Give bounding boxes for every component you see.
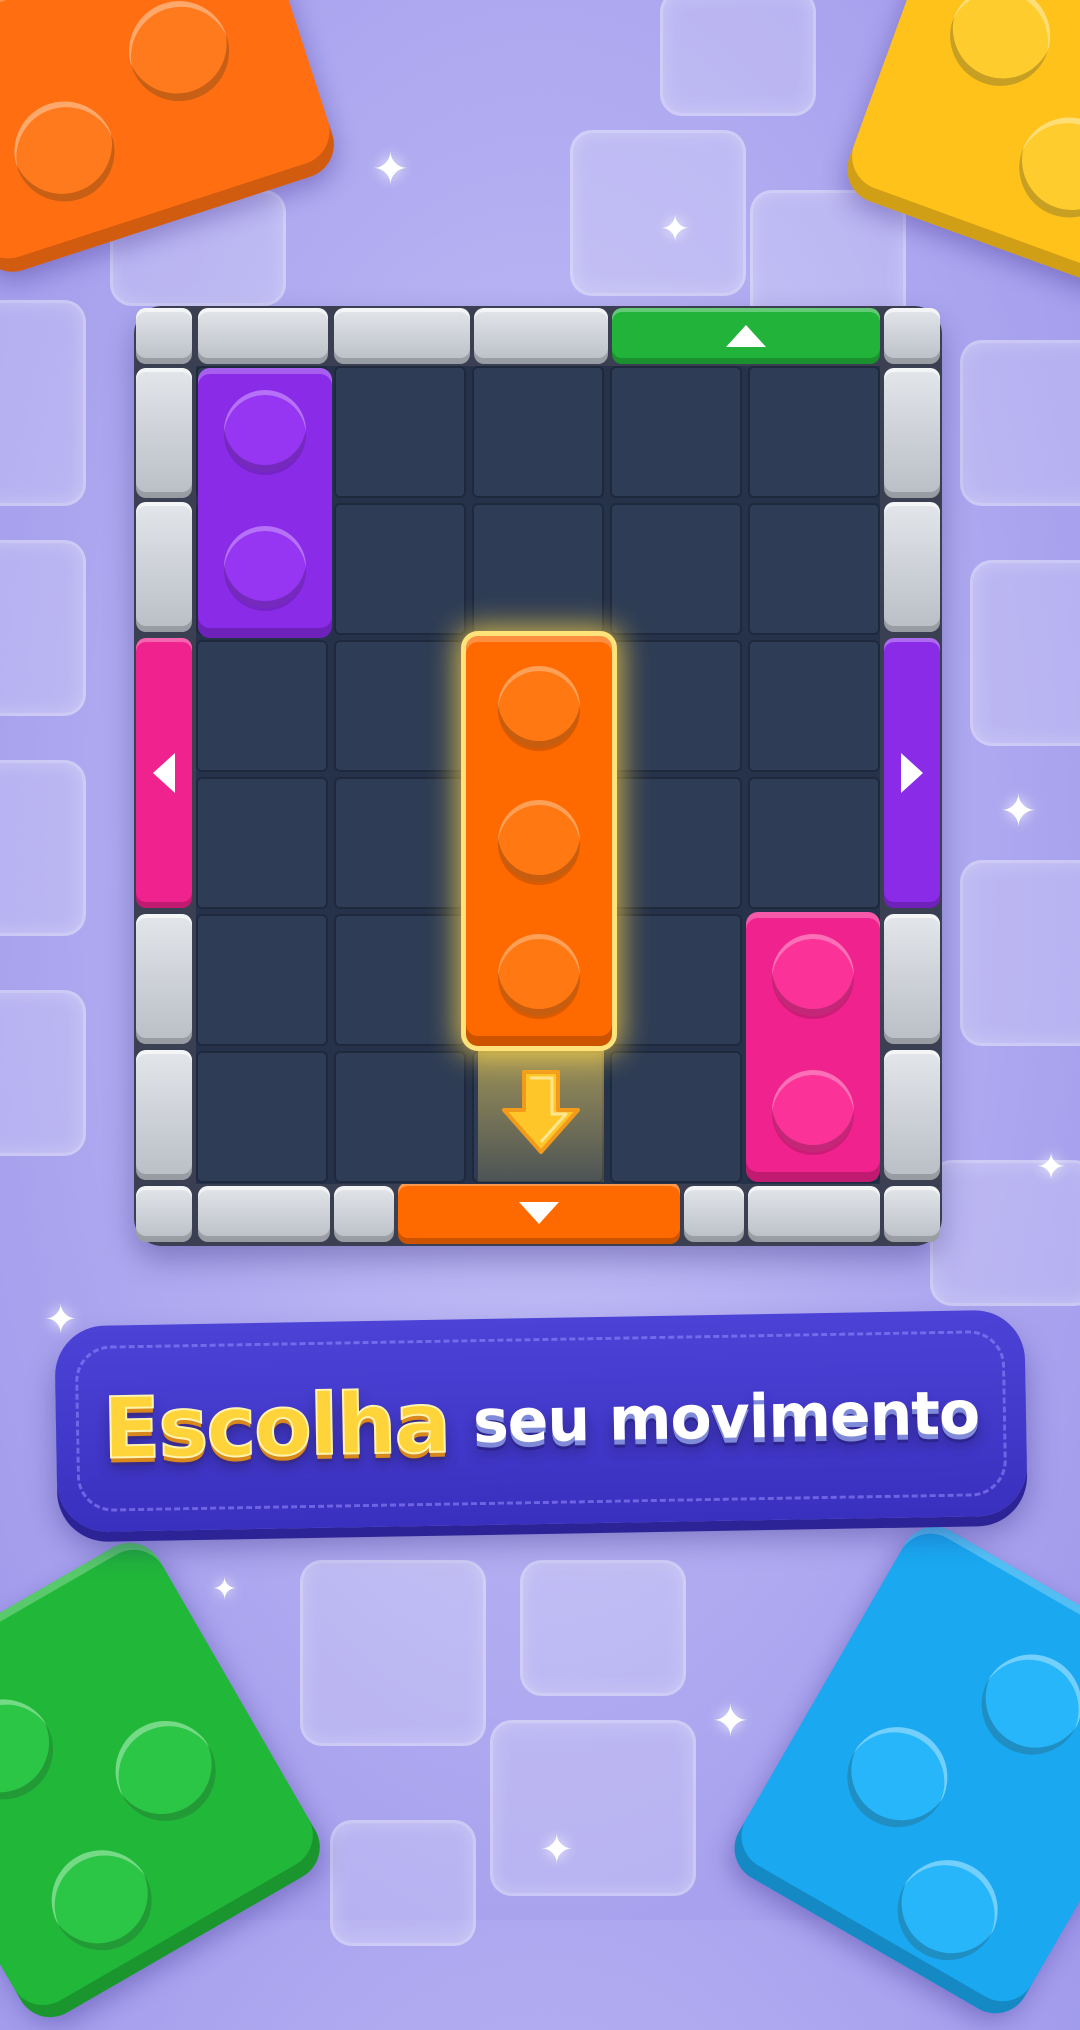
grid-cell[interactable] — [334, 914, 466, 1046]
wall-segment — [334, 308, 470, 364]
magenta-exit-gate — [136, 638, 192, 908]
left-arrow-icon — [153, 753, 175, 793]
bg-tile — [0, 760, 86, 936]
brick-stud — [498, 934, 580, 1016]
grid-cell[interactable] — [334, 366, 466, 498]
brick-stud — [772, 1070, 854, 1152]
down-arrow-icon — [502, 1070, 580, 1154]
grid-cell[interactable] — [334, 503, 466, 635]
bg-tile — [660, 0, 816, 116]
bg-tile — [520, 1560, 686, 1696]
down-arrow-icon — [519, 1202, 559, 1224]
grid-cell[interactable] — [610, 914, 742, 1046]
wall-segment — [136, 308, 192, 364]
purple-exit-gate — [884, 638, 940, 908]
grid-cell[interactable] — [610, 503, 742, 635]
orange-block-selected[interactable] — [461, 631, 617, 1051]
green-exit-gate — [612, 308, 880, 364]
wall-segment — [198, 308, 328, 364]
grid-cell[interactable] — [610, 640, 742, 772]
wall-segment — [136, 1050, 192, 1180]
brick-stud — [936, 0, 1065, 101]
brick-stud — [224, 390, 306, 472]
up-arrow-icon — [726, 325, 766, 347]
brick-stud — [498, 800, 580, 882]
instruction-banner: Escolha seu movimento — [54, 1309, 1028, 1533]
orange-exit-gate — [398, 1182, 680, 1244]
grid-cell[interactable] — [748, 503, 880, 635]
banner-text: seu movimento — [472, 1378, 980, 1458]
wall-segment — [474, 308, 608, 364]
grid-cell[interactable] — [610, 366, 742, 498]
sparkle-icon: ✦ — [540, 1827, 574, 1873]
sparkle-icon: ✦ — [372, 144, 409, 195]
brick-stud — [116, 0, 243, 115]
wall-segment — [198, 1186, 330, 1242]
sparkle-icon: ✦ — [212, 1572, 238, 1607]
brick-stud — [0, 1681, 72, 1818]
brick-stud — [963, 1636, 1080, 1773]
grid-cell[interactable] — [610, 1051, 742, 1183]
sparkle-icon: ✦ — [44, 1297, 78, 1343]
wall-segment — [884, 914, 940, 1044]
wall-segment — [684, 1186, 744, 1242]
bg-tile — [330, 1820, 476, 1946]
grid-cell[interactable] — [748, 366, 880, 498]
bg-tile — [970, 560, 1080, 746]
bg-tile — [0, 300, 86, 506]
bg-tile — [0, 540, 86, 716]
magenta-block[interactable] — [746, 912, 880, 1182]
wall-segment — [136, 368, 192, 498]
grid-cell[interactable] — [196, 914, 328, 1046]
banner-inner: Escolha seu movimento — [74, 1329, 1008, 1513]
right-arrow-icon — [901, 753, 923, 793]
grid-cell[interactable] — [334, 777, 466, 909]
bg-tile — [0, 990, 86, 1156]
bg-tile — [570, 130, 746, 296]
grid-cell[interactable] — [472, 366, 604, 498]
grid-cell[interactable] — [472, 503, 604, 635]
wall-segment — [136, 914, 192, 1044]
grid-cell[interactable] — [196, 1051, 328, 1183]
brick-stud — [33, 1831, 170, 1969]
brick-stud — [498, 666, 580, 748]
brick-stud — [879, 1841, 1016, 1979]
grid-cell[interactable] — [196, 640, 328, 772]
bg-tile — [490, 1720, 696, 1896]
sparkle-icon: ✦ — [1036, 1147, 1067, 1188]
wall-segment — [884, 308, 940, 364]
brick-stud — [829, 1708, 966, 1846]
brick-stud — [772, 934, 854, 1016]
grid-cell[interactable] — [748, 640, 880, 772]
wall-segment — [884, 502, 940, 632]
grid-cell[interactable] — [334, 1051, 466, 1183]
bg-tile — [960, 860, 1080, 1046]
wall-segment — [884, 1050, 940, 1180]
wall-segment — [884, 368, 940, 498]
brick-stud — [224, 526, 306, 608]
grid-cell[interactable] — [748, 777, 880, 909]
green-deco-brick — [0, 1530, 333, 2030]
grid-cell[interactable] — [610, 777, 742, 909]
sparkle-icon: ✦ — [712, 1696, 749, 1747]
brick-stud — [1005, 103, 1080, 232]
wall-segment — [748, 1186, 880, 1242]
brick-stud — [1, 88, 128, 215]
sparkle-icon: ✦ — [1000, 786, 1037, 837]
wall-segment — [136, 502, 192, 632]
wall-segment — [884, 1186, 940, 1242]
wall-segment — [334, 1186, 394, 1242]
bg-tile — [300, 1560, 486, 1746]
blue-deco-brick — [722, 1514, 1080, 2026]
brick-stud — [97, 1702, 234, 1840]
bg-tile — [960, 340, 1080, 506]
purple-block[interactable] — [198, 368, 332, 638]
sparkle-icon: ✦ — [660, 209, 691, 250]
wall-segment — [136, 1186, 192, 1242]
grid-cell[interactable] — [334, 640, 466, 772]
banner-highlight-text: Escolha — [101, 1373, 451, 1479]
grid-cell[interactable] — [196, 777, 328, 909]
